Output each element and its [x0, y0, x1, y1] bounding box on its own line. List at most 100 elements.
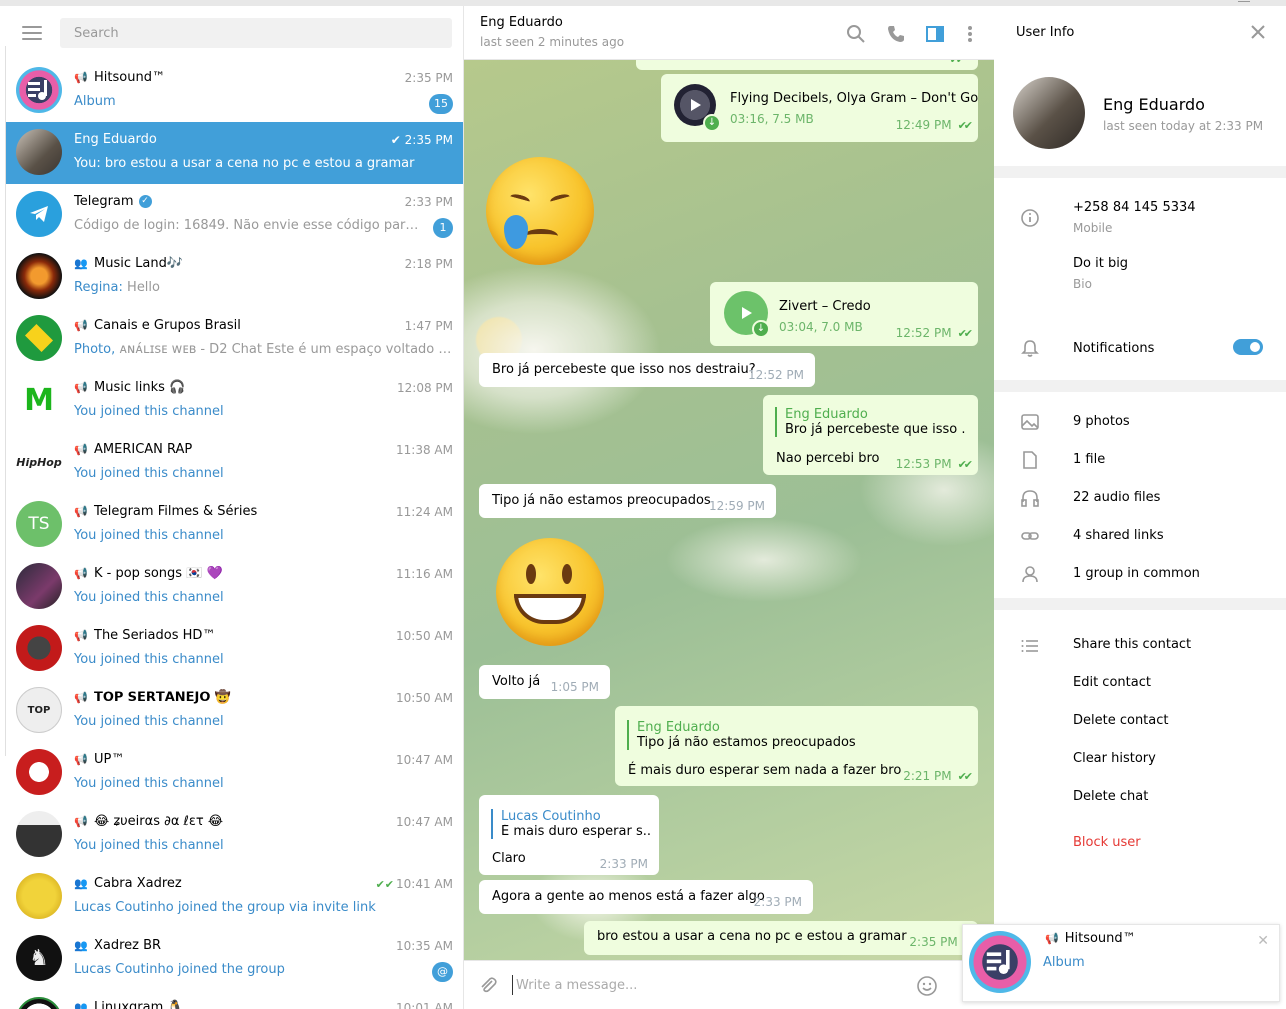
delete-chat-button[interactable]: Delete chat [1073, 789, 1148, 804]
chat-item-zueiras[interactable]: 📢 😂 ʑυeirαs ∂α ℓετ 😂 10:47 AM You joined … [6, 804, 463, 866]
chat-time: 10:01 AM [396, 1001, 453, 1009]
notifications-toggle[interactable] [1233, 339, 1263, 355]
message-text: Agora a gente ao menos está a fazer algo [492, 889, 765, 904]
avatar [16, 811, 62, 857]
chat-preview: Album [74, 94, 116, 109]
sidebar-toggle-icon[interactable] [925, 24, 945, 44]
notification-preview: Album [1043, 955, 1085, 970]
channel-icon: 📢 [74, 629, 88, 642]
chat-item-music-links[interactable]: M 📢 Music links 🎧 12:08 PM You joined thi… [6, 370, 463, 432]
chat-item-american-rap[interactable]: HipHop 📢 AMERICAN RAP 11:38 AM You joined… [6, 432, 463, 494]
message-bubble: Lucas Coutinho É mais duro esperar s... … [479, 795, 659, 875]
grinning-emoji-sticker[interactable] [496, 538, 604, 646]
audio-meta: 03:04, 7.0 MB [779, 320, 863, 334]
audio-title: Zivert – Credo [779, 299, 871, 314]
chat-item-telegram[interactable]: Telegram ✓ 2:33 PM Código de login: 16849… [6, 184, 463, 246]
media-links[interactable]: 4 shared links [1073, 528, 1164, 543]
user-info-panel: User Info Eng Eduardo last seen today at… [994, 6, 1286, 1009]
profile-name: Eng Eduardo [1103, 95, 1205, 114]
reply-quote[interactable]: Lucas Coutinho É mais duro esperar s... [491, 809, 651, 839]
chat-list-panel: 📢Hitsound™ 2:35 PM Album 15 Eng Eduardo … [0, 6, 464, 1009]
chat-item-music-land[interactable]: 👥 Music Land🎶 2:18 PM Regina: Hello [6, 246, 463, 308]
chat-preview: Photo, ᴀɴᴀ́ʟɪsᴇ ᴡᴇʙ - D2 Chat Este é um … [74, 342, 454, 357]
message-input[interactable] [512, 975, 902, 995]
message-time: 2:33 PM [599, 857, 648, 871]
share-contact-button[interactable]: Share this contact [1073, 637, 1191, 652]
search-input[interactable] [60, 18, 452, 48]
channel-icon: 📢 [74, 381, 88, 394]
chat-name: 📢 Music links 🎧 [74, 380, 186, 395]
phone-icon[interactable] [886, 24, 906, 44]
attach-icon[interactable] [478, 975, 498, 995]
double-check-icon: ✔✔ [950, 60, 966, 66]
download-icon[interactable]: ↓ [752, 320, 770, 338]
message-text: Claro [492, 851, 526, 866]
message-text: Nao percebi bro [776, 451, 880, 466]
message-bubble: Eng Eduardo Bro já percebeste que isso .… [763, 395, 978, 475]
delete-contact-button[interactable]: Delete contact [1073, 713, 1169, 728]
chat-item-top-sertanejo[interactable]: TOP 📢 𝗧𝗢𝗣 𝗦𝗘𝗥𝗧𝗔𝗡𝗘𝗝𝗢 🤠 10:50 AM You joined… [6, 680, 463, 742]
panel-title: User Info [1016, 25, 1075, 40]
media-photos[interactable]: 9 photos [1073, 414, 1130, 429]
headphones-icon [1021, 490, 1039, 507]
close-icon[interactable] [1250, 24, 1266, 40]
double-check-icon: ✔✔ [375, 878, 395, 891]
reply-author: Lucas Coutinho [501, 809, 601, 824]
conversation-status: last seen 2 minutes ago [480, 35, 625, 49]
chat-item-cabra-xadrez[interactable]: 👥 Cabra Xadrez ✔✔ 10:41 AM Lucas Coutinho … [6, 866, 463, 928]
emoji-icon[interactable] [916, 975, 938, 997]
crying-emoji-sticker[interactable] [486, 157, 594, 265]
profile-avatar[interactable] [1013, 77, 1085, 149]
clear-history-button[interactable]: Clear history [1073, 751, 1156, 766]
double-check-icon: ✔✔ [957, 119, 974, 132]
reply-text: É mais duro esperar s... [501, 824, 651, 839]
media-files[interactable]: 1 file [1073, 452, 1105, 467]
shared-media-section: 9 photos 1 file 22 audio files 4 shared … [994, 392, 1286, 598]
chat-item-linuxgram[interactable]: 👥 Linuxgram 🐧 10:01 AM [6, 990, 463, 1009]
mention-badge: @ [432, 962, 453, 982]
edit-contact-button[interactable]: Edit contact [1073, 675, 1151, 690]
reply-quote[interactable]: Eng Eduardo Bro já percebeste que isso .… [775, 407, 965, 437]
chat-item-filmes-series[interactable]: TS 📢 Telegram Filmes & Séries 11:24 AM Yo… [6, 494, 463, 556]
conversation-title[interactable]: Eng Eduardo [480, 15, 563, 30]
chat-item-hitsound[interactable]: 📢 Hitsound™ 2:35 PM Album 15 [6, 60, 463, 122]
notification-popup[interactable]: 📢 Hitsound™ Album ✕ [962, 924, 1280, 1002]
more-vertical-icon[interactable] [960, 24, 980, 44]
unread-badge: 15 [429, 94, 453, 114]
double-check-icon: ✔✔ [957, 458, 974, 471]
bio-label: Bio [1073, 277, 1092, 291]
close-icon[interactable]: ✕ [1257, 933, 1269, 949]
menu-icon[interactable] [22, 26, 42, 40]
chat-name: 📢 Hitsound™ [74, 70, 165, 85]
channel-icon: 📢 [74, 505, 88, 518]
message-area[interactable]: ✔✔ ↓ Flying Decibels, Olya Gram – Don't … [464, 60, 994, 960]
chat-time: 11:16 AM [396, 567, 453, 581]
minimize-icon[interactable] [1238, 0, 1250, 2]
channel-icon: 📢 [74, 71, 88, 84]
chat-item-eng-eduardo[interactable]: Eng Eduardo ✔ 2:35 PM You: bro estou a u… [6, 122, 463, 184]
notifications-label: Notifications [1073, 341, 1155, 356]
audio-message: ↓ Zivert – Credo 03:04, 7.0 MB 12:52 PM ✔… [710, 282, 978, 346]
media-audio[interactable]: 22 audio files [1073, 490, 1160, 505]
phone-number[interactable]: +258 84 145 5334 [1073, 200, 1196, 215]
chat-item-seriados[interactable]: 📢 The Seriados HD™ 10:50 AM You joined th… [6, 618, 463, 680]
audio-title: Flying Decibels, Olya Gram – Don't Go [730, 91, 979, 106]
chat-time: 1:47 PM [404, 319, 453, 333]
chat-item-up[interactable]: 📢 UP™ 10:47 AM You joined this channel [6, 742, 463, 804]
chat-time: 10:50 AM [396, 691, 453, 705]
reply-quote[interactable]: Eng Eduardo Tipo já não estamos preocupa… [627, 720, 957, 750]
block-user-button[interactable]: Block user [1073, 835, 1141, 850]
user-icon [1022, 566, 1038, 583]
chat-preview: You joined this channel [74, 590, 224, 605]
chat-item-kpop[interactable]: 📢 K - pop songs 🇰🇷 💜 11:16 AM You joined … [6, 556, 463, 618]
chat-item-canais-brasil[interactable]: 📢 Canais e Grupos Brasil 1:47 PM Photo, ᴀ… [6, 308, 463, 370]
compose-bar [464, 960, 994, 1009]
avatar [16, 563, 62, 609]
chat-item-xadrez-br[interactable]: ♞ 👥 Xadrez BR 10:35 AM Lucas Coutinho joi… [6, 928, 463, 990]
reply-text: Tipo já não estamos preocupados [637, 735, 856, 750]
chat-time: 10:50 AM [396, 629, 453, 643]
media-groups[interactable]: 1 group in common [1073, 566, 1200, 581]
download-icon[interactable]: ↓ [703, 114, 721, 132]
message-bubble: ✔✔ [636, 60, 978, 70]
search-icon[interactable] [846, 24, 866, 44]
